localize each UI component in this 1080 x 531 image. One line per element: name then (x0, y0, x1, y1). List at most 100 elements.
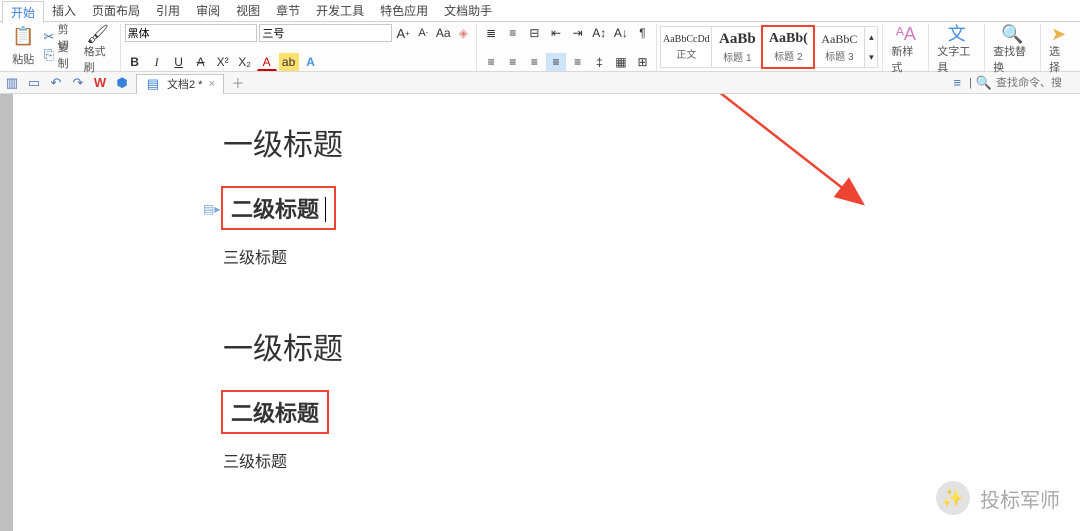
doc-icon: ▤ (145, 76, 161, 92)
heading-1[interactable]: 一级标题 (223, 324, 773, 368)
left-gutter (0, 94, 13, 531)
menu-icon[interactable]: ≡ (949, 75, 965, 91)
sort-button[interactable]: A↓ (611, 24, 631, 42)
paste-button[interactable]: 📋 粘贴 (8, 24, 38, 68)
group-paragraph: ≣ ≡ ⊟ ⇤ ⇥ A↕ A↓ ¶ ≡ ≡ ≡ ≡ ≡ ‡ ▦ ⊞ (477, 24, 657, 71)
new-style-icon: ᴬA (896, 25, 916, 43)
tab-special[interactable]: 特色应用 (372, 0, 436, 21)
watermark-text: 投标军师 (980, 484, 1060, 513)
tab-view[interactable]: 视图 (228, 0, 268, 21)
tab-ref[interactable]: 引用 (148, 0, 188, 21)
new-style-button[interactable]: ᴬA 新样式 (887, 24, 924, 68)
nav-pane-icon[interactable]: ▥ (4, 75, 20, 91)
style-heading3[interactable]: AaBbC 标题 3 (813, 26, 865, 68)
text-effects-button[interactable]: A (301, 53, 321, 71)
ribbon: 📋 粘贴 ✂剪切 ⎘复制 🖌 格式刷 A+ A- Aa ◈ B I U (0, 22, 1080, 72)
new-style-label: 新样式 (891, 43, 920, 75)
tab-review[interactable]: 审阅 (188, 0, 228, 21)
highlight-button[interactable]: ab (279, 53, 299, 71)
watermark: ✨ 投标军师 (936, 481, 1060, 515)
document-tab[interactable]: ▤ 文档2 * × (136, 74, 224, 94)
format-painter-button[interactable]: 🖌 格式刷 (80, 24, 116, 68)
style-label-text: 正文 (676, 46, 696, 61)
heading-3[interactable]: 三级标题 (223, 244, 773, 268)
page-area[interactable]: 一级标题 ▤▸ 二级标题 三级标题 一级标题 二级标题 三级标题 ✨ 投标军师 (13, 94, 1080, 531)
style-label-text: 标题 2 (774, 48, 802, 63)
bookmark-icon[interactable]: ▭ (26, 75, 42, 91)
shading-button[interactable]: ▦ (611, 53, 631, 71)
bold-button[interactable]: B (125, 53, 145, 71)
cloud-icon[interactable]: ⬢ (114, 75, 130, 91)
search-icon-small[interactable]: 🔍 (976, 75, 992, 91)
select-button[interactable]: ➤ 选择 (1045, 24, 1072, 68)
group-find: 🔍 查找替换 (985, 24, 1041, 71)
subscript-button[interactable]: X₂ (235, 53, 255, 71)
heading-2-selected[interactable]: 二级标题 (223, 392, 327, 432)
styles-scroll-up[interactable]: ▴ (865, 27, 877, 47)
text-cursor (319, 197, 326, 222)
clear-format-button[interactable]: ◈ (454, 24, 472, 42)
group-styles: AaBbCcDd 正文 AaBb 标题 1 AaBb( 标题 2 AaBbC 标… (657, 24, 883, 71)
increase-indent-button[interactable]: ⇥ (568, 24, 588, 42)
close-tab-button[interactable]: × (208, 78, 214, 90)
style-label-text: 标题 3 (825, 48, 853, 63)
find-label: 查找替换 (993, 43, 1032, 75)
align-left-button[interactable]: ≡ (481, 53, 501, 71)
tab-dev[interactable]: 开发工具 (308, 0, 372, 21)
style-sample-text: AaBbC (821, 32, 857, 47)
show-marks-button[interactable]: ¶ (633, 24, 653, 42)
align-right-button[interactable]: ≡ (525, 53, 545, 71)
nav-pane-toggle-icon[interactable]: ▤▸ (203, 202, 220, 216)
change-case-button[interactable]: Aa (434, 24, 452, 42)
increase-font-button[interactable]: A+ (394, 24, 412, 42)
align-center-button[interactable]: ≡ (503, 53, 523, 71)
copy-button[interactable]: ⎘复制 (40, 46, 77, 64)
group-clipboard: 📋 粘贴 ✂剪切 ⎘复制 🖌 格式刷 (4, 24, 121, 71)
font-size-select[interactable] (259, 24, 392, 42)
align-justify-button[interactable]: ≡ (546, 53, 566, 71)
bullets-button[interactable]: ≣ (481, 24, 501, 42)
style-heading1[interactable]: AaBb 标题 1 (711, 26, 763, 68)
superscript-button[interactable]: X² (213, 53, 233, 71)
style-heading2[interactable]: AaBb( 标题 2 (762, 26, 814, 68)
font-color-button[interactable]: A (257, 53, 277, 71)
undo-button[interactable]: ↶ (48, 75, 64, 91)
group-select: ➤ 选择 (1041, 24, 1076, 71)
asian-layout-button[interactable]: A↕ (589, 24, 609, 42)
style-sample-text: AaBbCcDd (663, 34, 710, 45)
decrease-indent-button[interactable]: ⇤ (546, 24, 566, 42)
tab-chapter[interactable]: 章节 (268, 0, 308, 21)
heading-2-selected[interactable]: 二级标题 (223, 188, 334, 228)
heading-1[interactable]: 一级标题 (223, 120, 773, 164)
divider: | (969, 77, 972, 89)
group-texttool: 文 文字工具 (929, 24, 985, 71)
tab-helper[interactable]: 文档助手 (436, 0, 500, 21)
numbering-button[interactable]: ≡ (503, 24, 523, 42)
style-normal[interactable]: AaBbCcDd 正文 (660, 26, 712, 68)
decrease-font-button[interactable]: A- (414, 24, 432, 42)
align-distribute-button[interactable]: ≡ (568, 53, 588, 71)
underline-button[interactable]: U (169, 53, 189, 71)
italic-button[interactable]: I (147, 53, 167, 71)
find-replace-button[interactable]: 🔍 查找替换 (989, 24, 1036, 68)
paste-icon: 📋 (12, 25, 34, 47)
command-search-input[interactable] (996, 77, 1076, 89)
new-tab-button[interactable]: ＋ (230, 75, 246, 91)
redo-button[interactable]: ↷ (70, 75, 86, 91)
tab-insert[interactable]: 插入 (44, 0, 84, 21)
tab-start[interactable]: 开始 (2, 1, 44, 23)
tab-layout[interactable]: 页面布局 (84, 0, 148, 21)
font-name-select[interactable] (125, 24, 258, 42)
multilevel-button[interactable]: ⊟ (525, 24, 545, 42)
workspace: 一级标题 ▤▸ 二级标题 三级标题 一级标题 二级标题 三级标题 ✨ 投标军师 (0, 94, 1080, 531)
text-tool-button[interactable]: 文 文字工具 (933, 24, 980, 68)
heading-3[interactable]: 三级标题 (223, 448, 773, 472)
borders-button[interactable]: ⊞ (633, 53, 653, 71)
format-painter-label: 格式刷 (84, 43, 112, 75)
brush-icon: 🖌 (86, 25, 109, 43)
line-spacing-button[interactable]: ‡ (589, 53, 609, 71)
menu-tabs: 开始 插入 页面布局 引用 审阅 视图 章节 开发工具 特色应用 文档助手 (0, 0, 1080, 22)
strike-button[interactable]: A (191, 53, 211, 71)
group-font: A+ A- Aa ◈ B I U A X² X₂ A ab A (121, 24, 478, 71)
styles-expand[interactable]: ▾ (865, 47, 877, 67)
